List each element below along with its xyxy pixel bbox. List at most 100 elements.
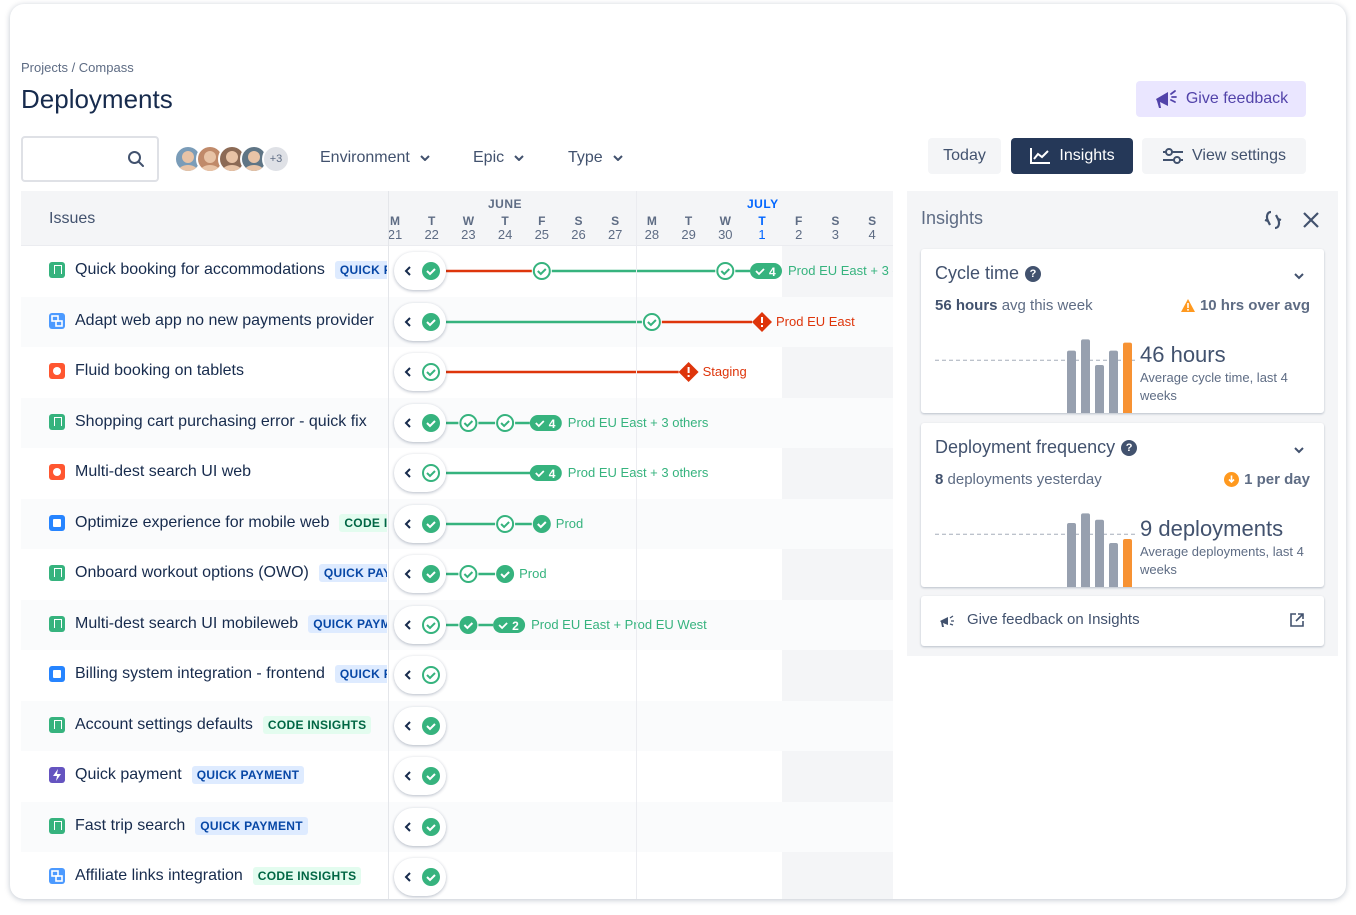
chevron-left-icon	[404, 619, 411, 630]
insights-panel: Insights Cycle time ? 56 hours avg this …	[907, 191, 1338, 656]
chevron-down-icon[interactable]	[1294, 273, 1304, 280]
status-success-icon	[422, 767, 440, 785]
external-link-icon	[1290, 613, 1304, 627]
deployment-success-icon	[532, 514, 551, 533]
cycle-time-mini-chart	[935, 339, 1135, 413]
avatar-more-count[interactable]: +3	[262, 145, 290, 173]
collapse-timeline-button[interactable]	[394, 757, 446, 795]
environment-label: Prod EU East + Prod EU West	[531, 616, 707, 632]
insights-panel-title: Insights	[921, 208, 984, 228]
view-settings-button[interactable]: View settings	[1142, 138, 1306, 174]
issue-row[interactable]: Quick payment QUICK PAYMENT	[21, 751, 893, 802]
month-june: JUNE	[488, 197, 523, 211]
chart-bar	[1081, 513, 1090, 587]
deployment-frequency-card: Deployment frequency ? 8 deployments yes…	[921, 423, 1324, 587]
issue-row[interactable]: Billing system integration - frontend QUI…	[21, 650, 893, 701]
chevron-left-icon	[404, 417, 411, 428]
chevron-down-icon	[514, 155, 524, 161]
type-filter[interactable]: Type	[568, 149, 623, 167]
collapse-timeline-button[interactable]	[394, 706, 446, 745]
collapse-timeline-button[interactable]	[394, 302, 446, 341]
issue-row[interactable]: Quick booking for accommodationsQUICK PA…	[21, 246, 893, 297]
environment-label: Staging	[702, 364, 747, 379]
avatar-group[interactable]: +3	[174, 145, 290, 173]
collapse-timeline-button[interactable]	[394, 403, 446, 442]
collapse-timeline-button[interactable]	[394, 605, 446, 644]
day-column-header: T 22	[424, 214, 439, 242]
issue-row[interactable]: Adapt web app no new payments provider Pr…	[21, 296, 893, 347]
cycle-time-title-text: Cycle time	[935, 263, 1020, 283]
day-column-header: S 26	[571, 214, 586, 242]
chevron-left-icon	[404, 670, 411, 680]
epic-filter[interactable]: Epic	[473, 149, 524, 167]
deployment-timeline	[21, 650, 893, 700]
chart-bar	[1067, 523, 1076, 587]
deployment-timeline	[446, 514, 551, 533]
svg-text:4: 4	[769, 265, 776, 279]
chart-bar	[1123, 539, 1132, 587]
help-icon[interactable]: ?	[1025, 265, 1042, 282]
collapse-timeline-button[interactable]	[394, 656, 446, 694]
status-success-icon	[422, 868, 440, 886]
issue-row[interactable]: Fluid booking on tablets Staging	[21, 347, 893, 398]
chart-bar	[1123, 342, 1132, 413]
deployment-success-icon	[496, 565, 515, 583]
help-icon[interactable]: ?	[1121, 439, 1138, 456]
give-feedback-button[interactable]: Give feedback	[1136, 81, 1306, 117]
day-column-header: W 30	[718, 214, 733, 242]
insights-button[interactable]: Insights	[1011, 138, 1133, 174]
issue-row[interactable]: Fast trip search QUICK PAYMENT	[21, 801, 893, 852]
issue-row[interactable]: Multi-dest search UI mobileweb QUICK PAYM…	[21, 599, 893, 650]
day-column-header: S4	[868, 214, 877, 242]
collapse-timeline-button[interactable]	[394, 504, 446, 543]
day-column-header: W 23	[461, 214, 476, 242]
chevron-down-icon[interactable]	[1294, 447, 1304, 454]
collapse-timeline-button[interactable]	[394, 555, 446, 593]
deployment-count-badge: 4	[750, 263, 782, 279]
refresh-icon[interactable]	[1262, 209, 1284, 231]
environment-label: Prod EU East	[776, 313, 855, 329]
chart-bar	[1095, 365, 1104, 413]
issue-row[interactable]: Affiliate links integration CODE INSIGHTS	[21, 852, 893, 899]
chevron-down-icon	[420, 155, 430, 161]
issue-row[interactable]: Multi-dest search UI web 4 Prod EU East + …	[21, 448, 893, 499]
day-column-header: T1	[758, 214, 766, 242]
cycle-time-warning-text: 10 hrs over avg	[1199, 297, 1310, 314]
warning-icon	[1180, 299, 1195, 312]
cycle-time-description: Average cycle time, last 4 weeks	[1140, 370, 1288, 403]
today-button[interactable]: Today	[928, 138, 1001, 174]
issue-row[interactable]: Optimize experience for mobile web CODE I…	[21, 498, 893, 549]
deployment-count-badge: 4	[529, 465, 562, 481]
deployment-count-badge: 2	[493, 616, 526, 633]
day-column-header: S 27	[607, 214, 623, 242]
give-feedback-on-insights-link[interactable]: Give feedback on Insights	[921, 596, 1324, 646]
environment-filter-label: Environment	[320, 149, 410, 166]
deployment-error-icon	[678, 362, 699, 382]
close-icon[interactable]	[1301, 210, 1321, 230]
collapse-timeline-button[interactable]	[394, 454, 446, 492]
view-settings-label: View settings	[1192, 147, 1286, 164]
environment-filter[interactable]: Environment	[320, 149, 430, 167]
column-divider[interactable]	[388, 191, 389, 899]
deployment-timeline	[446, 311, 772, 332]
svg-text:4: 4	[549, 417, 556, 431]
cycle-time-card: Cycle time ? 56 hours avg this week 10 h…	[921, 249, 1324, 413]
status-pending-icon	[422, 464, 440, 482]
issue-row[interactable]: Account settings defaults CODE INSIGHTS	[21, 700, 893, 751]
status-success-icon	[422, 413, 440, 432]
insights-label: Insights	[1059, 147, 1115, 164]
deployments-yesterday: 8 deployments yesterday	[935, 471, 1102, 488]
day-column-header: M 21	[387, 214, 403, 242]
collapse-timeline-button[interactable]	[394, 807, 446, 846]
search-input[interactable]	[21, 136, 159, 182]
collapse-timeline-button[interactable]	[394, 252, 446, 290]
chart-bar	[1081, 339, 1090, 413]
breadcrumb[interactable]: Projects / Compass	[21, 60, 134, 75]
chevron-left-icon	[404, 872, 411, 882]
collapse-timeline-button[interactable]	[394, 858, 446, 896]
collapse-timeline-button[interactable]	[394, 353, 446, 391]
issue-row[interactable]: Shopping cart purchasing error - quick f…	[21, 397, 893, 448]
issue-row[interactable]: Onboard workout options (OWO)QUICK PAYME…	[21, 549, 893, 600]
deployment-frequency-warning: 1 per day	[1224, 471, 1310, 488]
day-column-header: T 24	[497, 214, 513, 242]
